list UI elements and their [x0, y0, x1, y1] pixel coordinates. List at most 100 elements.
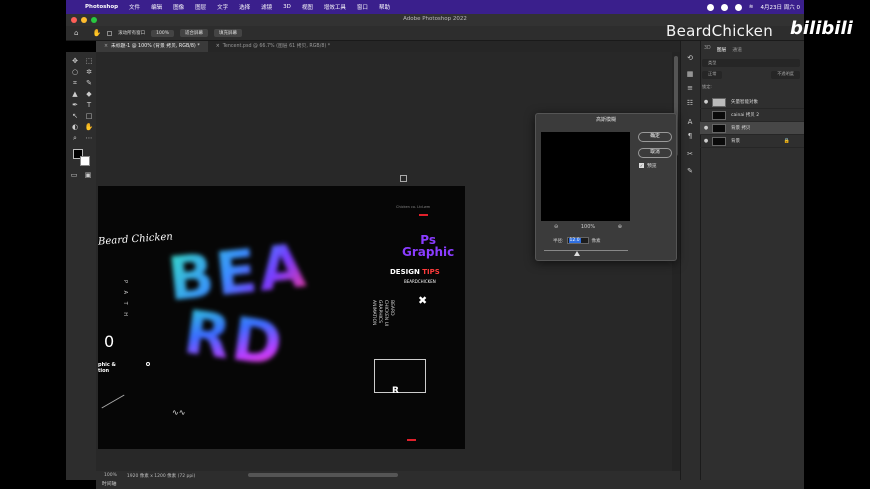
menu-window[interactable]: 窗口: [357, 3, 368, 11]
eyedropper-icon[interactable]: ✎: [83, 78, 95, 88]
cancel-button[interactable]: 取消: [638, 148, 672, 158]
preview-label: 预览: [647, 164, 657, 169]
fit-screen-button[interactable]: 适合屏幕: [180, 29, 209, 37]
radius-slider-knob[interactable]: [574, 251, 580, 256]
opacity-field[interactable]: 不透明度: [771, 71, 800, 79]
libraries-icon[interactable]: ☷: [685, 99, 695, 108]
transform-handle[interactable]: [400, 175, 407, 182]
menu-app[interactable]: Photoshop: [85, 4, 118, 10]
wifi-icon[interactable]: ≋: [749, 4, 754, 10]
tab-tencent[interactable]: × Tencent.psd @ 66.7% (图层 61 拷贝, RGB/8) *: [208, 41, 338, 52]
crop-tool-icon[interactable]: ⌗: [69, 78, 81, 88]
scroll-all-checkbox[interactable]: [107, 30, 113, 36]
path-select-icon[interactable]: ↖: [69, 111, 81, 121]
visibility-eye-icon[interactable]: ●: [700, 138, 712, 144]
document-canvas[interactable]: Chicken co. Ltd.wm Beard Chicken P A T H…: [98, 186, 465, 449]
hand-tool-icon[interactable]: ✋: [92, 29, 101, 37]
zoom-out-icon[interactable]: ⊖: [554, 224, 558, 230]
design-tips-text: DESIGN TIPS: [390, 268, 440, 276]
eraser-tool-icon[interactable]: ◆: [83, 89, 95, 99]
status-doc-info[interactable]: 1920 像素 x 1200 像素 (72 ppi): [127, 473, 195, 479]
datetime[interactable]: 4月23日 周六 0: [761, 3, 801, 11]
lasso-tool-icon[interactable]: ○: [69, 67, 81, 77]
menu-plugins[interactable]: 增效工具: [324, 3, 346, 11]
menu-3d[interactable]: 3D: [283, 4, 291, 10]
menu-layer[interactable]: 图层: [195, 3, 206, 11]
adjustments-icon[interactable]: ≡: [685, 84, 695, 93]
menu-image[interactable]: 图像: [173, 3, 184, 11]
blend-mode-select[interactable]: 正常: [702, 71, 723, 79]
layer-row[interactable]: ● 背景 拷贝: [700, 122, 804, 135]
brush-icon[interactable]: ✎: [685, 167, 695, 176]
marquee-tool-icon[interactable]: ⬚: [83, 56, 95, 66]
zoom-in-icon[interactable]: ⊕: [618, 224, 622, 230]
background-color-swatch[interactable]: [80, 156, 90, 166]
menu-file[interactable]: 文件: [129, 3, 140, 11]
quickmask-icon[interactable]: ▭: [68, 170, 80, 180]
close-tab-icon[interactable]: ×: [104, 44, 108, 49]
menu-type[interactable]: 文字: [217, 3, 228, 11]
preview-checkbox[interactable]: ✓: [639, 163, 644, 168]
red-accent-bar: [407, 439, 416, 441]
r-letter: R: [392, 386, 399, 396]
menu-edit[interactable]: 编辑: [151, 3, 162, 11]
layer-row[interactable]: cainai 拷贝 2: [700, 109, 804, 122]
path-vertical-text: P A T H: [122, 280, 128, 320]
radius-slider-track[interactable]: [544, 250, 628, 251]
magic-wand-icon[interactable]: ✲: [83, 67, 95, 77]
status-icon[interactable]: [734, 3, 742, 11]
dialog-title: 高斯模糊: [595, 117, 616, 123]
menu-filter[interactable]: 滤镜: [261, 3, 272, 11]
preview-checkbox-row[interactable]: ✓ 预览: [639, 162, 657, 169]
radius-input[interactable]: 12.0: [566, 237, 589, 244]
tools-icon[interactable]: ✂: [685, 150, 695, 159]
zoom-100-button[interactable]: 100%: [151, 29, 175, 37]
menu-help[interactable]: 帮助: [379, 3, 390, 11]
history-icon[interactable]: ⟲: [685, 54, 695, 63]
paragraph-icon[interactable]: ¶: [685, 132, 695, 141]
layer-row[interactable]: ● 背景 🔒: [700, 135, 804, 148]
status-icon[interactable]: [706, 3, 714, 11]
tips-word: TIPS: [422, 268, 440, 276]
visibility-eye-icon[interactable]: ●: [700, 99, 712, 105]
tab-3d[interactable]: 3D: [704, 46, 711, 55]
properties-icon[interactable]: ▦: [685, 70, 695, 79]
horizontal-scroll-thumb[interactable]: [248, 473, 398, 477]
screen-mode-icon[interactable]: ▣: [82, 170, 94, 180]
menu-view[interactable]: 视图: [302, 3, 313, 11]
home-icon[interactable]: ⌂: [74, 29, 78, 37]
fill-screen-button[interactable]: 填充屏幕: [214, 29, 243, 37]
blur-tool-icon[interactable]: ◐: [69, 122, 81, 132]
layers-panel-tabs: 3D 图层 通道: [700, 46, 804, 55]
status-icon[interactable]: [720, 3, 728, 11]
menu-select[interactable]: 选择: [239, 3, 250, 11]
letterbox-right: [804, 0, 870, 489]
preview-zoom-row: ⊖ 100% ⊕: [554, 224, 622, 230]
hand-tool-icon[interactable]: ✋: [83, 122, 95, 132]
more-tools-icon[interactable]: ⋯: [83, 133, 95, 143]
vertical-line: ANIMATION: [371, 300, 376, 326]
timeline-label[interactable]: 时间轴: [96, 480, 804, 489]
tab-layers[interactable]: 图层: [717, 46, 727, 55]
pen-tool-icon[interactable]: ✒: [69, 100, 81, 110]
type-tool-icon[interactable]: T: [83, 100, 95, 110]
shape-tool-icon[interactable]: □: [83, 111, 95, 121]
tab-channels[interactable]: 通道: [732, 46, 742, 55]
layer-row[interactable]: ● 矢量智能对象: [700, 96, 804, 109]
layer-thumbnail: [712, 110, 726, 120]
ok-button[interactable]: 确定: [638, 132, 672, 142]
move-tool-icon[interactable]: ✥: [69, 56, 81, 66]
tab-untitled[interactable]: × 未标题-1 @ 100% (背景 拷贝, RGB/8) *: [96, 41, 208, 52]
channel-watermark: BeardChicken: [666, 22, 774, 40]
close-tab-icon[interactable]: ×: [216, 44, 220, 49]
status-zoom[interactable]: 100%: [104, 473, 117, 478]
stamp-tool-icon[interactable]: ▲: [69, 89, 81, 99]
blur-preview[interactable]: [541, 132, 630, 221]
gaussian-blur-dialog: 高斯模糊 ⊖ 100% ⊕ 半径: 12.0 像素 确定 取消 ✓ 预览: [535, 113, 677, 261]
layer-name: 背景 拷贝: [731, 126, 751, 131]
character-icon[interactable]: A: [685, 118, 695, 127]
zoom-tool-icon[interactable]: ⌕: [69, 133, 81, 143]
visibility-eye-icon[interactable]: ●: [700, 125, 712, 131]
layer-filter-select[interactable]: 类型: [702, 59, 800, 67]
mac-menubar: Photoshop 文件 编辑 图像 图层 文字 选择 滤镜 3D 视图 增效工…: [66, 0, 804, 14]
